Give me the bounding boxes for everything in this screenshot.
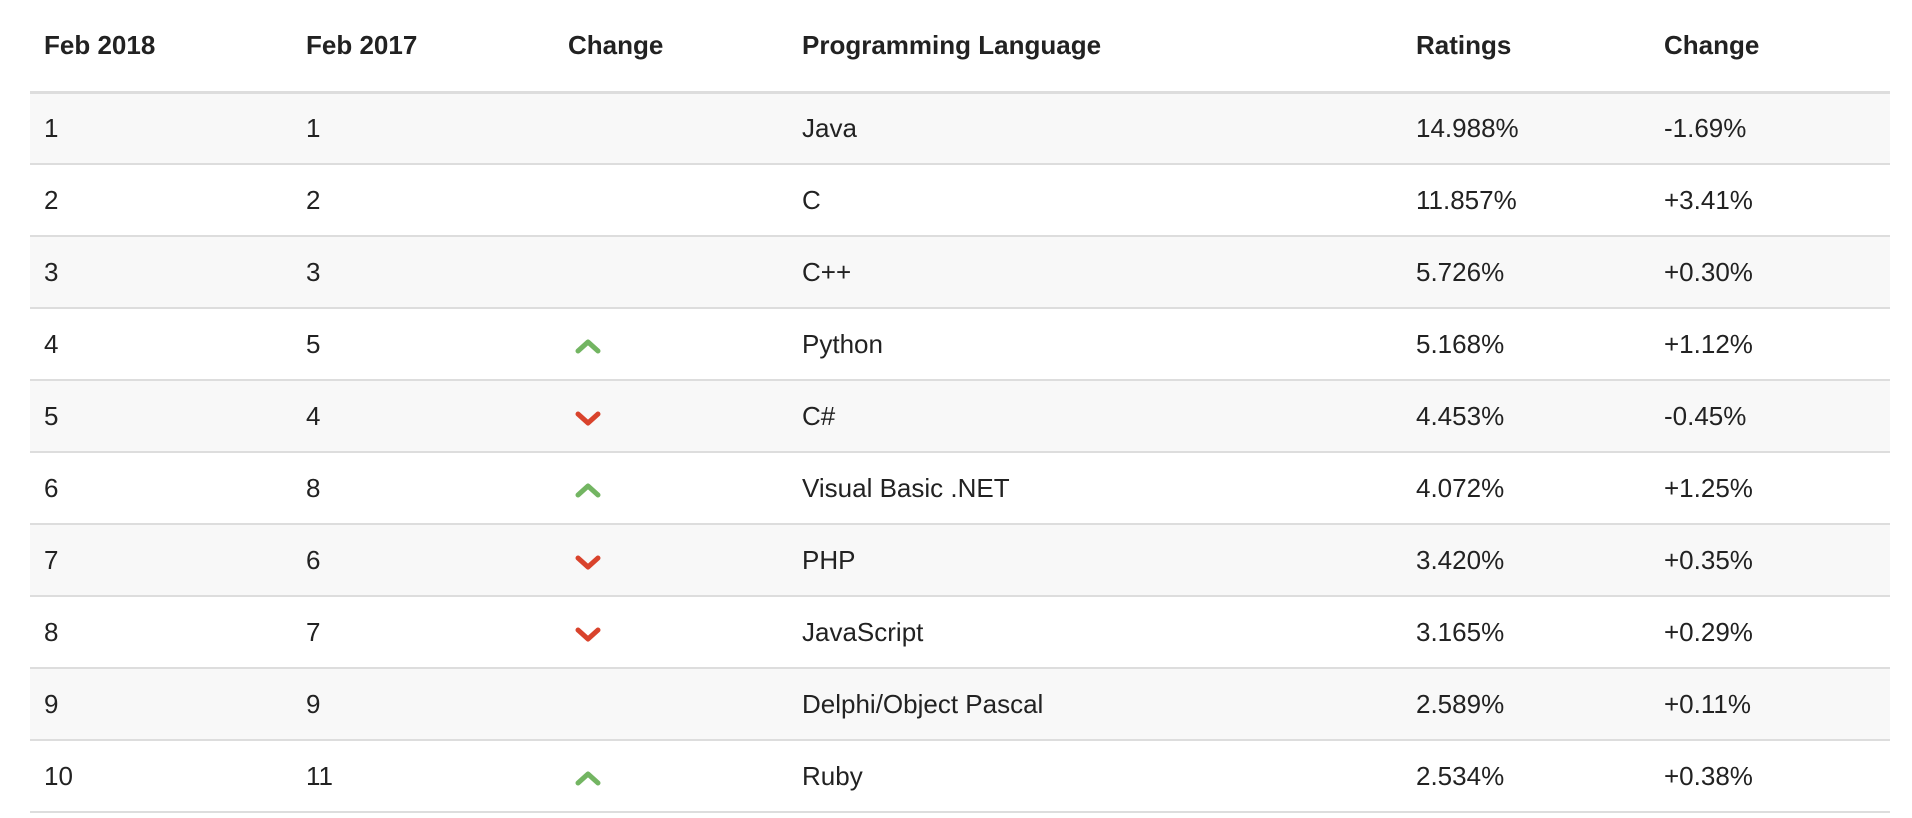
cell-trend <box>554 308 788 381</box>
header-ratings[interactable]: Ratings <box>1402 0 1650 94</box>
cell-rating: 2.534% <box>1402 740 1650 813</box>
cell-change: +1.25% <box>1650 452 1890 525</box>
chevron-up-icon <box>575 483 601 498</box>
cell-language: C <box>788 164 1402 237</box>
ranking-table-container: Feb 2018 Feb 2017 Change Programming Lan… <box>30 0 1890 813</box>
cell-change: +0.35% <box>1650 524 1890 597</box>
header-feb-2017[interactable]: Feb 2017 <box>292 0 554 94</box>
table-row: 7 6 PHP 3.420% +0.35% <box>30 524 1890 597</box>
cell-language: Visual Basic .NET <box>788 452 1402 525</box>
cell-rank-2018: 4 <box>30 308 292 381</box>
cell-trend <box>554 164 788 237</box>
table-row: 10 11 Ruby 2.534% +0.38% <box>30 740 1890 813</box>
language-ranking-table: Feb 2018 Feb 2017 Change Programming Lan… <box>30 0 1890 813</box>
chevron-up-icon <box>575 771 601 786</box>
cell-trend <box>554 668 788 741</box>
table-row: 2 2 C 11.857% +3.41% <box>30 164 1890 237</box>
header-rating-change[interactable]: Change <box>1650 0 1890 94</box>
cell-language: C++ <box>788 236 1402 309</box>
cell-rating: 11.857% <box>1402 164 1650 237</box>
cell-rank-2018: 10 <box>30 740 292 813</box>
cell-change: +0.11% <box>1650 668 1890 741</box>
cell-rank-2018: 8 <box>30 596 292 669</box>
cell-change: +0.30% <box>1650 236 1890 309</box>
cell-rank-2017: 6 <box>292 524 554 597</box>
table-row: 3 3 C++ 5.726% +0.30% <box>30 236 1890 309</box>
cell-language: Python <box>788 308 1402 381</box>
cell-language: Delphi/Object Pascal <box>788 668 1402 741</box>
header-rank-change[interactable]: Change <box>554 0 788 94</box>
cell-rank-2017: 3 <box>292 236 554 309</box>
cell-change: +1.12% <box>1650 308 1890 381</box>
cell-trend <box>554 380 788 453</box>
cell-trend <box>554 236 788 309</box>
table-row: 5 4 C# 4.453% -0.45% <box>30 380 1890 453</box>
cell-rating: 5.726% <box>1402 236 1650 309</box>
cell-language: Java <box>788 92 1402 165</box>
header-row: Feb 2018 Feb 2017 Change Programming Lan… <box>30 0 1890 94</box>
cell-rating: 5.168% <box>1402 308 1650 381</box>
cell-rating: 14.988% <box>1402 92 1650 165</box>
cell-rating: 3.420% <box>1402 524 1650 597</box>
cell-trend <box>554 524 788 597</box>
header-feb-2018[interactable]: Feb 2018 <box>30 0 292 94</box>
table-row: 8 7 JavaScript 3.165% +0.29% <box>30 596 1890 669</box>
table-body: 1 1 Java 14.988% -1.69% 2 2 C 11.857% +3… <box>30 92 1890 813</box>
cell-rank-2018: 9 <box>30 668 292 741</box>
cell-change: -0.45% <box>1650 380 1890 453</box>
chevron-down-icon <box>575 627 601 642</box>
chevron-up-icon <box>575 339 601 354</box>
cell-trend <box>554 740 788 813</box>
cell-language: JavaScript <box>788 596 1402 669</box>
cell-rank-2018: 7 <box>30 524 292 597</box>
chevron-down-icon <box>575 555 601 570</box>
cell-language: Ruby <box>788 740 1402 813</box>
cell-trend <box>554 92 788 165</box>
cell-change: +0.38% <box>1650 740 1890 813</box>
cell-rank-2017: 1 <box>292 92 554 165</box>
cell-rank-2018: 1 <box>30 92 292 165</box>
cell-change: +0.29% <box>1650 596 1890 669</box>
cell-rank-2017: 7 <box>292 596 554 669</box>
cell-rank-2017: 8 <box>292 452 554 525</box>
cell-rank-2017: 11 <box>292 740 554 813</box>
cell-language: C# <box>788 380 1402 453</box>
cell-rating: 3.165% <box>1402 596 1650 669</box>
cell-rating: 4.453% <box>1402 380 1650 453</box>
cell-change: +3.41% <box>1650 164 1890 237</box>
header-programming-language[interactable]: Programming Language <box>788 0 1402 94</box>
table-row: 4 5 Python 5.168% +1.12% <box>30 308 1890 381</box>
cell-rank-2017: 5 <box>292 308 554 381</box>
cell-rank-2017: 9 <box>292 668 554 741</box>
cell-trend <box>554 596 788 669</box>
cell-change: -1.69% <box>1650 92 1890 165</box>
cell-rank-2017: 4 <box>292 380 554 453</box>
cell-rank-2018: 3 <box>30 236 292 309</box>
cell-rank-2018: 6 <box>30 452 292 525</box>
cell-rank-2017: 2 <box>292 164 554 237</box>
table-header: Feb 2018 Feb 2017 Change Programming Lan… <box>30 0 1890 94</box>
table-row: 6 8 Visual Basic .NET 4.072% +1.25% <box>30 452 1890 525</box>
cell-trend <box>554 452 788 525</box>
cell-rank-2018: 5 <box>30 380 292 453</box>
cell-rating: 2.589% <box>1402 668 1650 741</box>
cell-rating: 4.072% <box>1402 452 1650 525</box>
table-row: 1 1 Java 14.988% -1.69% <box>30 92 1890 165</box>
cell-rank-2018: 2 <box>30 164 292 237</box>
chevron-down-icon <box>575 411 601 426</box>
table-row: 9 9 Delphi/Object Pascal 2.589% +0.11% <box>30 668 1890 741</box>
cell-language: PHP <box>788 524 1402 597</box>
